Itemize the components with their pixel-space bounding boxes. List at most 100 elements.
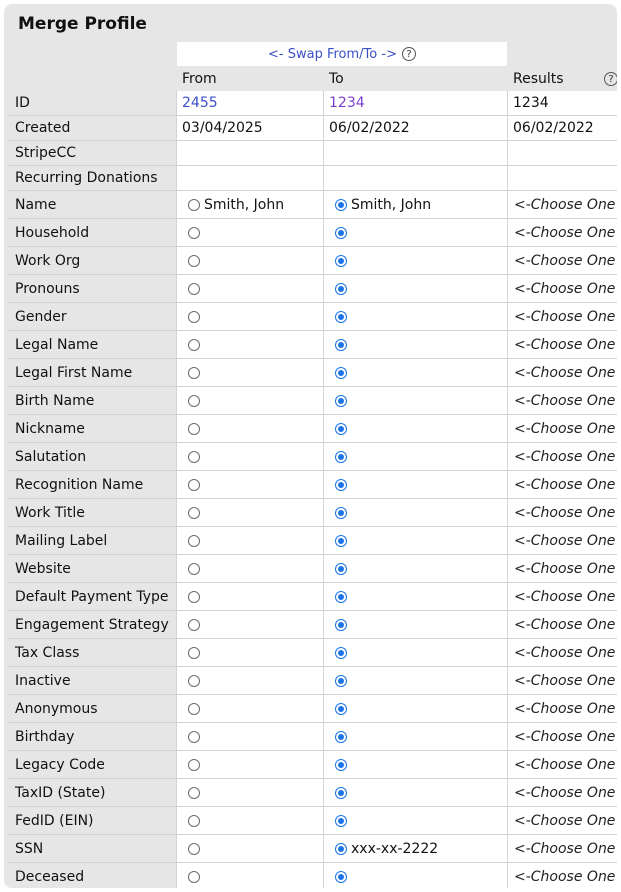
from-radio[interactable] [188,814,200,827]
to-option[interactable] [323,387,507,415]
to-radio[interactable] [335,786,347,799]
to-option[interactable] [323,751,507,779]
from-option[interactable] [176,835,323,863]
to-option[interactable]: xxx-xx-2222 [323,835,507,863]
from-radio[interactable] [188,282,200,295]
to-option[interactable]: Smith, John [323,191,507,219]
from-radio[interactable] [188,254,200,267]
from-option[interactable] [176,751,323,779]
from-radio[interactable] [188,226,200,239]
from-option[interactable] [176,499,323,527]
from-option[interactable] [176,527,323,555]
from-radio[interactable] [188,786,200,799]
to-option[interactable] [323,779,507,807]
to-radio[interactable] [335,814,347,827]
help-icon[interactable]: ? [401,47,416,61]
from-option[interactable] [176,723,323,751]
help-icon[interactable]: ? [604,72,617,86]
from-radio[interactable] [188,198,200,211]
from-option[interactable] [176,863,323,888]
to-option[interactable] [323,863,507,888]
from-id-link[interactable]: 2455 [176,91,323,116]
from-option[interactable] [176,807,323,835]
from-radio[interactable] [188,422,200,435]
to-option[interactable] [323,583,507,611]
to-radio[interactable] [335,730,347,743]
to-radio[interactable] [335,758,347,771]
to-radio[interactable] [335,422,347,435]
to-option[interactable] [323,667,507,695]
to-option[interactable] [323,303,507,331]
to-option[interactable] [323,555,507,583]
from-option[interactable] [176,611,323,639]
from-option[interactable] [176,387,323,415]
from-radio[interactable] [188,506,200,519]
to-radio[interactable] [335,506,347,519]
from-radio[interactable] [188,870,200,883]
to-radio[interactable] [335,702,347,715]
from-option[interactable] [176,667,323,695]
to-radio[interactable] [335,842,347,855]
from-option[interactable] [176,471,323,499]
from-radio[interactable] [188,366,200,379]
to-radio[interactable] [335,478,347,491]
from-option[interactable] [176,695,323,723]
from-radio[interactable] [188,646,200,659]
to-option[interactable] [323,359,507,387]
to-option[interactable] [323,331,507,359]
to-radio[interactable] [335,226,347,239]
to-radio[interactable] [335,282,347,295]
from-radio[interactable] [188,730,200,743]
from-radio[interactable] [188,450,200,463]
to-radio[interactable] [335,534,347,547]
to-option[interactable] [323,443,507,471]
to-radio[interactable] [335,562,347,575]
from-option[interactable] [176,443,323,471]
to-option[interactable] [323,807,507,835]
to-radio[interactable] [335,338,347,351]
from-option[interactable] [176,415,323,443]
from-option[interactable] [176,275,323,303]
to-option[interactable] [323,471,507,499]
from-option[interactable] [176,779,323,807]
from-radio[interactable] [188,702,200,715]
to-option[interactable] [323,275,507,303]
to-id-link[interactable]: 1234 [323,91,507,116]
to-option[interactable] [323,723,507,751]
from-option[interactable] [176,555,323,583]
to-option[interactable] [323,499,507,527]
to-radio[interactable] [335,198,347,211]
from-option[interactable] [176,331,323,359]
from-option[interactable] [176,639,323,667]
to-option[interactable] [323,639,507,667]
to-radio[interactable] [335,590,347,603]
to-radio[interactable] [335,450,347,463]
from-radio[interactable] [188,758,200,771]
from-option[interactable]: Smith, John [176,191,323,219]
from-option[interactable] [176,359,323,387]
from-radio[interactable] [188,562,200,575]
from-radio[interactable] [188,618,200,631]
to-radio[interactable] [335,646,347,659]
from-radio[interactable] [188,674,200,687]
to-radio[interactable] [335,310,347,323]
to-radio[interactable] [335,618,347,631]
to-option[interactable] [323,415,507,443]
to-radio[interactable] [335,870,347,883]
from-radio[interactable] [188,478,200,491]
swap-from-to-link[interactable]: <- Swap From/To -> [268,47,397,62]
from-radio[interactable] [188,394,200,407]
to-radio[interactable] [335,394,347,407]
to-radio[interactable] [335,254,347,267]
from-radio[interactable] [188,534,200,547]
to-option[interactable] [323,247,507,275]
from-radio[interactable] [188,842,200,855]
from-option[interactable] [176,219,323,247]
to-option[interactable] [323,219,507,247]
to-option[interactable] [323,527,507,555]
to-option[interactable] [323,695,507,723]
from-radio[interactable] [188,338,200,351]
from-radio[interactable] [188,590,200,603]
from-option[interactable] [176,583,323,611]
from-radio[interactable] [188,310,200,323]
